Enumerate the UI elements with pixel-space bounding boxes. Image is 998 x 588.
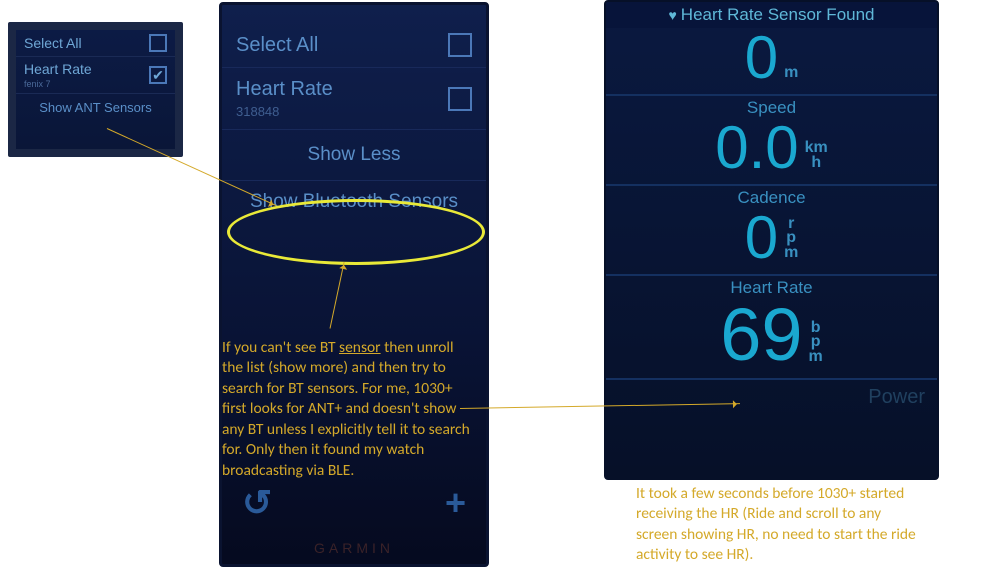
- back-icon[interactable]: ↺: [242, 482, 272, 524]
- highlight-ellipse: [227, 199, 485, 265]
- heart-rate-device: fenix 7: [24, 79, 92, 89]
- power-label: Power: [868, 386, 925, 409]
- heart-rate-label: Heart Rate fenix 7: [24, 61, 92, 89]
- heart-rate-checkbox[interactable]: ✔: [149, 66, 167, 84]
- annot-mid-2: then unroll the list (show more) and the…: [222, 338, 470, 480]
- speed-value: 0.0: [715, 118, 798, 178]
- hr-unit: b p m: [809, 321, 823, 364]
- speed-unit: km h: [805, 141, 828, 170]
- cadence-metric: Cadence 0 r p m: [606, 186, 937, 276]
- speed-metric: Speed 0.0 km h: [606, 96, 937, 186]
- show-ant-sensors-button[interactable]: Show ANT Sensors: [16, 94, 175, 121]
- mid-select-all-label: Select All: [236, 34, 318, 57]
- garmin-logo: GARMIN: [222, 540, 486, 556]
- mid-heart-rate-row[interactable]: Heart Rate 318848: [222, 68, 486, 130]
- mid-bottom-bar: ↺ +: [222, 482, 486, 524]
- right-device-screen: ♥ Heart Rate Sensor Found 0 m Speed 0.0 k…: [604, 0, 939, 480]
- annotation-mid: If you can't see BT sensor then unroll t…: [222, 338, 477, 481]
- hr-unit-m: m: [809, 350, 823, 364]
- select-all-label: Select All: [24, 35, 82, 51]
- speed-unit-h: h: [805, 156, 828, 170]
- heart-rate-row[interactable]: Heart Rate fenix 7 ✔: [16, 57, 175, 94]
- mid-heart-rate-label: Heart Rate 318848: [236, 78, 333, 119]
- annot-mid-1: If you can't see BT: [222, 338, 339, 357]
- mid-select-all-row[interactable]: Select All: [222, 23, 486, 68]
- hr-banner-text: Heart Rate Sensor Found: [681, 5, 875, 24]
- mid-hr-checkbox[interactable]: [448, 87, 472, 111]
- annot-right-text: It took a few seconds before 1030+ start…: [636, 484, 916, 564]
- annot-mid-sensor: sensor: [339, 338, 381, 357]
- hr-value: 69: [720, 298, 802, 372]
- select-all-row[interactable]: Select All: [16, 30, 175, 57]
- distance-metric: 0 m: [606, 28, 937, 96]
- show-less-button[interactable]: Show Less: [222, 130, 486, 181]
- mid-hr-id: 318848: [236, 104, 333, 119]
- mid-hr-text: Heart Rate: [236, 78, 333, 100]
- cadence-unit: r p m: [784, 217, 798, 260]
- plus-icon[interactable]: +: [445, 482, 466, 524]
- cad-unit-m: m: [784, 246, 798, 260]
- distance-value: 0: [745, 28, 778, 88]
- select-all-checkbox[interactable]: [149, 34, 167, 52]
- right-bottom-row: Power: [606, 380, 937, 415]
- heart-icon: ♥: [668, 7, 676, 23]
- heart-rate-text: Heart Rate: [24, 61, 92, 77]
- distance-unit: m: [784, 66, 798, 80]
- mid-select-all-checkbox[interactable]: [448, 33, 472, 57]
- cadence-value: 0: [745, 208, 778, 268]
- mid-device-screen: Select All Heart Rate 318848 Show Less S…: [219, 2, 489, 567]
- annotation-right: It took a few seconds before 1030+ start…: [636, 484, 926, 566]
- heart-rate-metric: Heart Rate 69 b p m: [606, 276, 937, 380]
- small-device-screen: Select All Heart Rate fenix 7 ✔ Show ANT…: [8, 22, 183, 157]
